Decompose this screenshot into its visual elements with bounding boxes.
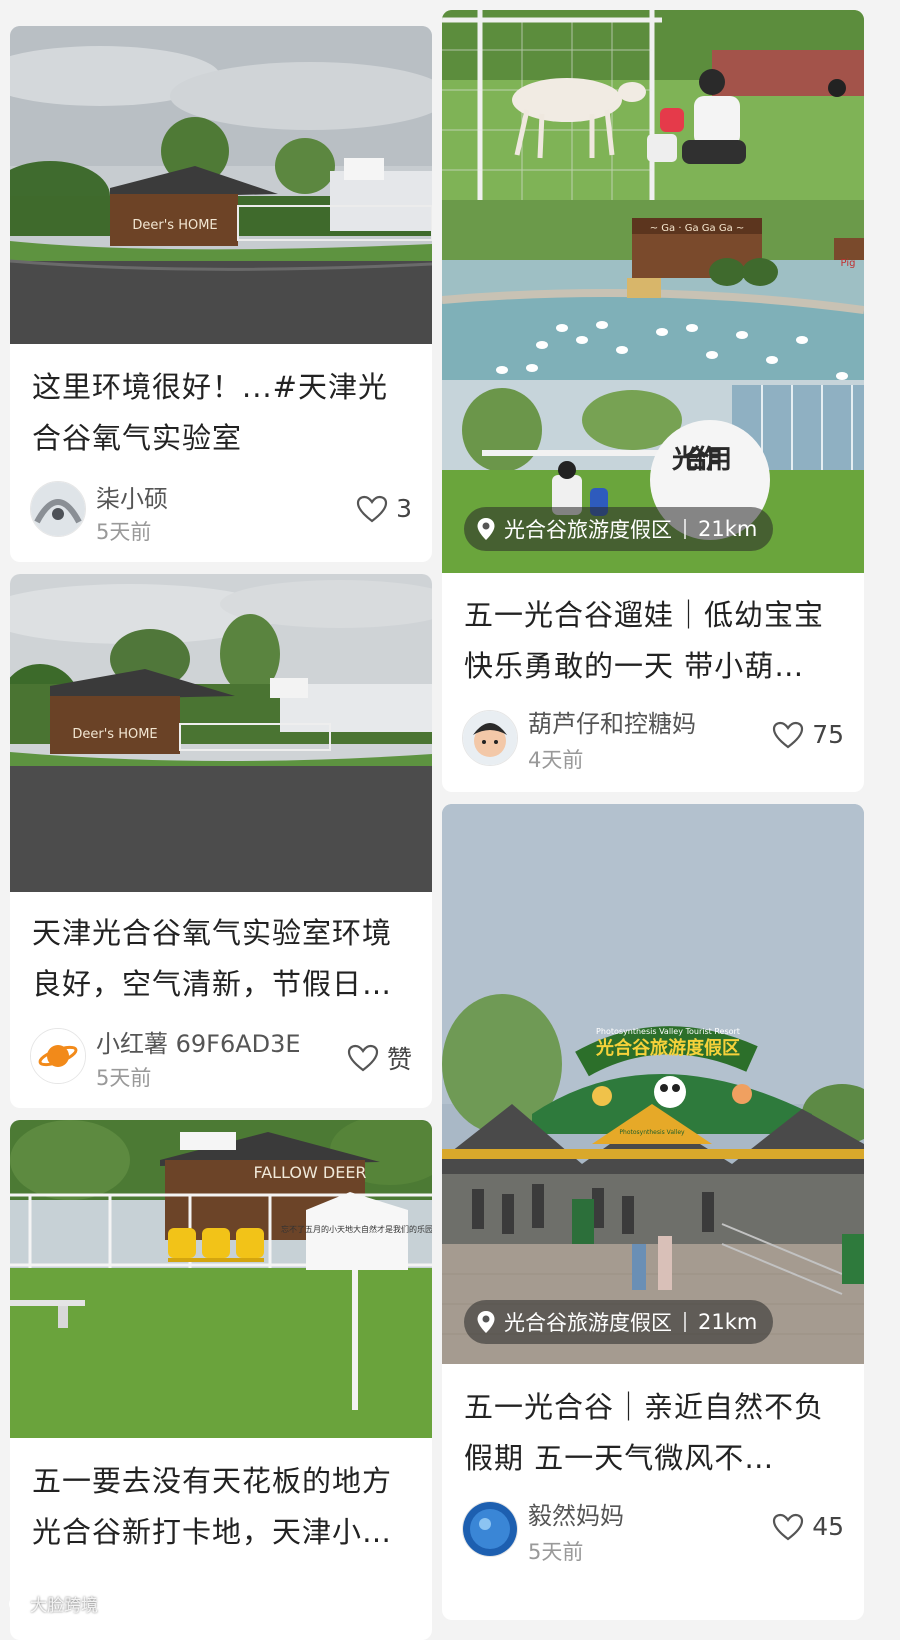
heart-icon [773,1513,804,1540]
location-distance: 21km [698,1310,758,1334]
post-title[interactable]: 天津光合谷氧气实验室环境良好，空气清新，节假日… [32,908,410,1010]
location-distance: 21km [698,517,758,541]
like-button[interactable]: 3 [356,494,412,523]
like-button[interactable]: 赞 [347,1040,412,1076]
ga-sign: ~ Ga · Ga Ga Ga ~ [650,223,745,234]
post-title[interactable]: 五一光合谷｜亲近自然不负假期 五一天气微风不… [464,1382,842,1484]
deer-home-sign: Deer's HOME [72,727,157,742]
author-avatar[interactable] [462,1501,518,1557]
location-pin-icon [477,1311,495,1333]
gate-sign: 光合谷旅游度假区 [595,1037,740,1059]
author-avatar[interactable] [30,1028,86,1084]
like-count: 3 [396,494,412,523]
author-name[interactable]: 毅然妈妈 [528,1496,624,1531]
card-photo[interactable]: 光合谷旅游度假区 Photosynthesis Valley Tourist R… [442,804,864,1364]
feed-card-3[interactable]: FALLOW DEER 忘不了五月的小天地大自然才是我们的乐园 五一要去没有天花… [10,1120,432,1640]
card-photo[interactable]: Deer's HOME [10,26,432,344]
heart-icon [356,495,388,522]
deer-home-sign: Deer's HOME [132,218,217,233]
watermark-text: 大脸跨境 [30,1596,98,1616]
watermark: 大脸跨境 [8,1591,98,1616]
author-avatar[interactable] [30,481,86,537]
author-name[interactable]: 葫芦仔和控糖妈 [528,704,696,739]
like-count: 45 [812,1512,844,1541]
pig-sign: Pig [841,258,856,269]
like-count: 75 [812,720,844,749]
feed-card-4[interactable]: ~ Ga · Ga Ga Ga ~ Pig 光合作用 光合谷旅游度假区 21km… [442,10,864,792]
gate-small-sign: Photosynthesis Valley [619,1129,685,1136]
feed-card-5[interactable]: 光合谷旅游度假区 Photosynthesis Valley Tourist R… [442,804,864,1620]
watermark-logo-icon [9,1595,25,1612]
author-name[interactable]: 柒小硕 [96,479,168,514]
location-name: 光合谷旅游度假区 [504,1311,672,1335]
location-pin-icon [477,518,495,540]
heart-icon [773,721,804,748]
like-button[interactable]: 75 [772,720,844,749]
like-button[interactable]: 45 [772,1512,844,1541]
like-count: 赞 [386,1045,412,1074]
board-text: 忘不了五月的小天地大自然才是我们的乐园 [281,1224,432,1234]
card-photo[interactable]: ~ Ga · Ga Ga Ga ~ Pig 光合作用 [442,10,864,573]
gate-sign-en: Photosynthesis Valley Tourist Resort [596,1027,740,1036]
card-photo[interactable]: FALLOW DEER 忘不了五月的小天地大自然才是我们的乐园 [10,1120,432,1438]
location-tag[interactable]: 光合谷旅游度假区 21km [464,507,774,551]
post-time: 5天前 [96,520,152,544]
balloon-text: 光合作用 [671,444,732,475]
card-photo[interactable]: Deer's HOME [10,574,432,892]
post-title[interactable]: 这里环境很好！...#天津光合谷氧气实验室 [32,362,410,464]
heart-icon [347,1044,379,1072]
fallow-deer-sign: FALLOW DEER [253,1163,366,1182]
post-time: 5天前 [96,1066,152,1090]
divider [684,519,686,539]
author-name[interactable]: 小红薯 69F6AD3E [96,1024,301,1059]
post-title[interactable]: 五一要去没有天花板的地方 光合谷新打卡地，天津小… [32,1456,410,1558]
post-time: 5天前 [528,1540,584,1564]
feed-card-2[interactable]: Deer's HOME 天津光合谷氧气实验室环境良好，空气清新，节假日… 小红薯… [10,574,432,1108]
divider [684,1312,686,1332]
location-tag[interactable]: 光合谷旅游度假区 21km [464,1300,774,1344]
post-title[interactable]: 五一光合谷遛娃｜低幼宝宝快乐勇敢的一天 带小葫… [464,590,842,692]
author-avatar[interactable] [462,710,518,766]
post-time: 4天前 [528,748,584,772]
location-name: 光合谷旅游度假区 [504,518,672,542]
feed-card-1[interactable]: Deer's HOME 这里环境很好！...#天津光合谷氧气实验室 柒小硕 5天… [10,26,432,562]
